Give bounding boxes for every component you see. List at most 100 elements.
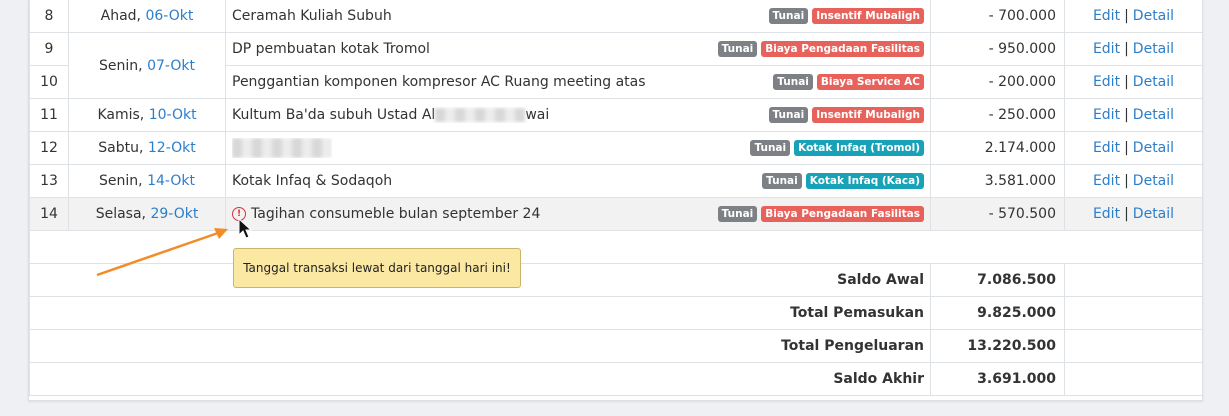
category-badge: Kotak Infaq (Kaca) (805, 173, 924, 189)
action-separator: | (1124, 8, 1129, 24)
edit-link[interactable]: Edit (1093, 173, 1120, 189)
description-text: Penggantian komponen kompresor AC Ruang … (232, 74, 646, 90)
row-number: 11 (29, 98, 69, 132)
row-date: Sabtu, 12-Okt (68, 131, 226, 165)
date-link[interactable]: 10-Okt (149, 107, 197, 123)
badge-group: Tunai Kotak Infaq (Tromol) (750, 140, 924, 156)
table-row: 13 Senin, 14-Okt Kotak Infaq & Sodaqoh Tuna… (29, 164, 1203, 198)
date-link[interactable]: 12-Okt (148, 140, 196, 156)
redacted-text (435, 108, 526, 122)
summary-row: Total Pengeluaran 13.220.500 (29, 329, 1203, 363)
category-badge: Kotak Infaq (Tromol) (794, 140, 924, 156)
action-separator: | (1124, 206, 1129, 222)
action-separator: | (1124, 74, 1129, 90)
detail-link[interactable]: Detail (1133, 140, 1174, 156)
summary-row: Saldo Awal 7.086.500 (29, 263, 1203, 297)
row-date: Kamis, 10-Okt (68, 98, 226, 132)
summary-empty (1064, 362, 1203, 396)
summary-value: 13.220.500 (930, 329, 1065, 363)
row-description-cell: DP pembuatan kotak Tromol Tunai Biaya Peng… (225, 32, 931, 66)
edit-link[interactable]: Edit (1093, 74, 1120, 90)
row-description-cell: Tunai Kotak Infaq (Tromol) (225, 131, 931, 165)
badge-group: Tunai Insentif Mubaligh (768, 107, 924, 123)
row-description-cell: Ceramah Kuliah Subuh Tunai Insentif Mubali… (225, 0, 931, 33)
table-row: 11 Kamis, 10-Okt Kultum Ba'da subuh Ustad … (29, 98, 1203, 132)
row-actions: Edit | Detail (1064, 197, 1203, 231)
category-badge: Tunai (762, 173, 802, 189)
edit-link[interactable]: Edit (1093, 41, 1120, 57)
row-description: Penggantian komponen kompresor AC Ruang … (232, 74, 646, 90)
row-actions: Edit | Detail (1064, 32, 1203, 66)
row-description-cell: Penggantian komponen kompresor AC Ruang … (225, 65, 931, 99)
row-amount: - 700.000 (930, 0, 1065, 33)
alert-circle-icon[interactable]: ! (232, 207, 246, 221)
description-part: wai (525, 107, 550, 123)
detail-link[interactable]: Detail (1133, 206, 1174, 222)
summary-label: Total Pemasukan (29, 296, 931, 330)
summary-value: 9.825.000 (930, 296, 1065, 330)
summary-empty (1064, 329, 1203, 363)
date-link[interactable]: 29-Okt (150, 206, 198, 222)
description-text: Tagihan consumeble bulan september 24 (251, 206, 541, 222)
table-row: 14 Selasa, 29-Okt! Tagihan consumeble bula… (29, 197, 1203, 231)
summary-value: 3.691.000 (930, 362, 1065, 396)
spacer-cell (29, 230, 1203, 264)
row-number: 10 (29, 65, 69, 99)
row-description-cell: ! Tagihan consumeble bulan september 24 Tu… (225, 197, 931, 231)
row-number: 9 (29, 32, 69, 66)
summary-empty (1064, 296, 1203, 330)
row-amount: 2.174.000 (930, 131, 1065, 165)
edit-link[interactable]: Edit (1093, 8, 1120, 24)
table-row: 8 Ahad, 06-Okt Ceramah Kuliah Subuh Tunai In… (29, 0, 1203, 33)
category-badge: Tunai (750, 140, 791, 156)
row-description-cell: Kultum Ba'da subuh Ustad Al wai Tunai Insen… (225, 98, 931, 132)
row-amount: - 200.000 (930, 65, 1065, 99)
table-row: 9 Senin, 07-Okt DP pembuatan kotak Tromol T… (29, 32, 1203, 99)
row-amount: - 250.000 (930, 98, 1065, 132)
detail-link[interactable]: Detail (1133, 107, 1174, 123)
row-actions: Edit | Detail (1064, 164, 1203, 198)
category-badge: Tunai (768, 8, 809, 24)
row-number: 12 (29, 131, 69, 165)
detail-link[interactable]: Detail (1133, 173, 1174, 189)
category-badge: Biaya Service AC (816, 74, 924, 90)
edit-link[interactable]: Edit (1093, 107, 1120, 123)
row-amount: - 950.000 (930, 32, 1065, 66)
warning-tooltip: Tanggal transaksi lewat dari tanggal har… (233, 248, 521, 288)
category-badge: Insentif Mubaligh (812, 8, 924, 24)
action-separator: | (1124, 173, 1129, 189)
row-description-cell: Kotak Infaq & Sodaqoh Tunai Kotak Infaq (K… (225, 164, 931, 198)
description-text: Ceramah Kuliah Subuh (232, 8, 392, 24)
date-link[interactable]: 06-Okt (145, 8, 193, 24)
transaction-panel: 8 Ahad, 06-Okt Ceramah Kuliah Subuh Tunai In… (28, 0, 1203, 401)
detail-link[interactable]: Detail (1133, 74, 1174, 90)
row-date: Ahad, 06-Okt (68, 0, 226, 33)
row-actions: Edit | Detail (1064, 65, 1203, 99)
spacer-row (29, 230, 1203, 264)
date-link[interactable]: 07-Okt (147, 58, 195, 74)
date-link[interactable]: 14-Okt (147, 173, 195, 189)
redacted-text (232, 138, 332, 158)
detail-link[interactable]: Detail (1133, 8, 1174, 24)
description-text: DP pembuatan kotak Tromol (232, 41, 430, 57)
edit-link[interactable]: Edit (1093, 140, 1120, 156)
category-badge: Tunai (768, 107, 809, 123)
badge-group: Tunai Kotak Infaq (Kaca) (762, 173, 924, 189)
detail-link[interactable]: Detail (1133, 41, 1174, 57)
table-row: 12 Sabtu, 12-Okt Tunai Kotak Infaq (Tromol)… (29, 131, 1203, 165)
summary-row: Saldo Akhir 3.691.000 (29, 362, 1203, 396)
description-text: Kotak Infaq & Sodaqoh (232, 173, 393, 189)
summary-value: 7.086.500 (930, 263, 1065, 297)
edit-link[interactable]: Edit (1093, 206, 1120, 222)
row-actions: Edit | Detail (1064, 131, 1203, 165)
action-separator: | (1124, 107, 1129, 123)
category-badge: Tunai (773, 74, 813, 90)
summary-empty (1064, 263, 1203, 297)
row-amount: - 570.500 (930, 197, 1065, 231)
category-badge: Insentif Mubaligh (812, 107, 924, 123)
date-day: Selasa, (95, 206, 146, 222)
row-description (232, 138, 332, 158)
date-day: Kamis, (97, 107, 145, 123)
category-badge: Tunai (717, 206, 758, 222)
row-description: Kotak Infaq & Sodaqoh (232, 173, 392, 189)
